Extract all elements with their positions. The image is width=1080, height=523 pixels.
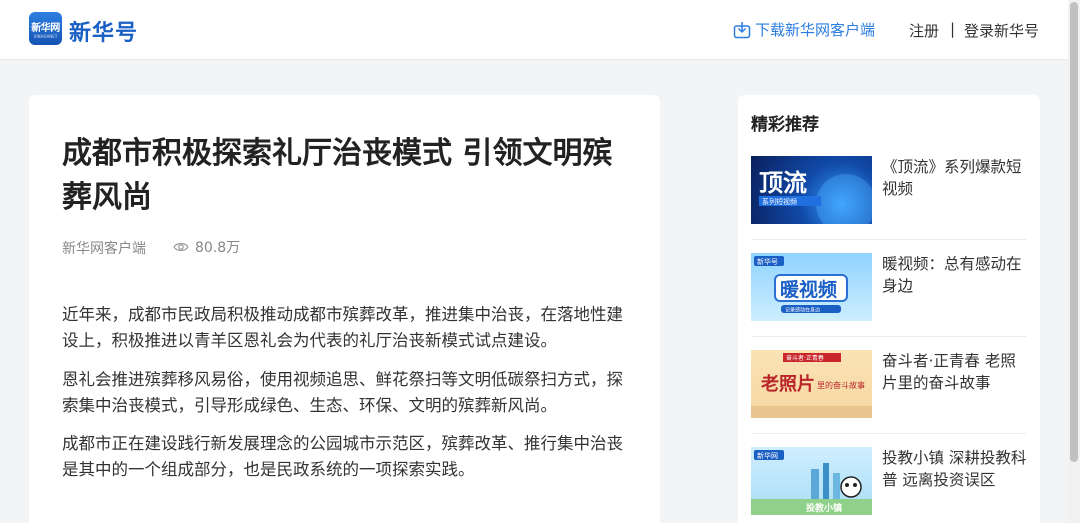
recommend-thumbnail[interactable]: 新华网 投教小镇 xyxy=(751,447,872,515)
recommend-title[interactable]: 暖视频：总有感动在身边 xyxy=(882,253,1028,297)
recommend-item[interactable]: 新华网 投教小镇 投教小镇 深耕投教科普 远离投资误区 xyxy=(751,447,1026,523)
recommend-title[interactable]: 奋斗者·正青春 老照片里的奋斗故事 xyxy=(882,350,1028,394)
divider xyxy=(751,433,1026,434)
recommend-thumbnail[interactable]: 新华号 暖视频 记录感动在身边 xyxy=(751,253,872,321)
top-header: 新华网 XINHUANET 新华号 下载新华网客户端 注册 | 登录新华号 xyxy=(0,0,1068,60)
recommend-item[interactable]: 顶流 系列短视频 《顶流》系列爆款短视频 xyxy=(751,156,1026,253)
view-count: 80.8万 xyxy=(173,237,240,257)
article-card: 成都市积极探索礼厅治丧模式 引领文明殡葬风尚 新华网客户端 80.8万 近年来，… xyxy=(29,95,660,523)
xinhuanet-logo[interactable]: 新华网 XINHUANET xyxy=(29,12,62,45)
recommend-title[interactable]: 《顶流》系列爆款短视频 xyxy=(882,156,1028,200)
thumb-subtitle: 记录感动在身边 xyxy=(785,307,820,314)
article-paragraph: 恩礼会推进殡葬移风易俗，使用视频追思、鲜花祭扫等文明低碳祭扫方式，探索集中治丧模… xyxy=(62,370,623,415)
article-title: 成都市积极探索礼厅治丧模式 引领文明殡葬风尚 xyxy=(62,136,613,215)
recommend-title[interactable]: 投教小镇 深耕投教科普 远离投资误区 xyxy=(882,447,1028,491)
thumb-title: 老照片 xyxy=(761,373,815,395)
article-paragraph: 近年来，成都市民政局积极推动成都市殡葬改革，推进集中治丧，在落地性建设上，积极推… xyxy=(62,305,623,350)
header-separator: | xyxy=(950,20,956,38)
divider xyxy=(751,336,1026,337)
login-link[interactable]: 登录新华号 xyxy=(964,20,1039,41)
thumb-subtitle: 里的奋斗故事 xyxy=(817,380,865,390)
thumb-title: 顶流 xyxy=(759,169,807,197)
thumb-top: 奋斗者·正青春 xyxy=(786,354,824,362)
recommend-sidebar: 精彩推荐 顶流 系列短视频 《顶流》系列爆款短视频 新华号 暖视频 记录感动在身… xyxy=(738,95,1040,523)
recommend-thumbnail[interactable]: 奋斗者·正青春 老照片 里的奋斗故事 xyxy=(751,350,872,418)
thumb-title: 暖视频 xyxy=(780,278,837,301)
page-scrollbar[interactable] xyxy=(1068,0,1080,523)
register-link[interactable]: 注册 xyxy=(909,20,939,41)
article-source[interactable]: 新华网客户端 xyxy=(62,238,146,258)
sidebar-title: 精彩推荐 xyxy=(751,115,819,135)
scrollbar-thumb[interactable] xyxy=(1070,2,1078,462)
thumb-subtitle: 系列短视频 xyxy=(762,197,797,206)
logo-badge-subtext: XINHUANET xyxy=(33,34,58,39)
divider xyxy=(751,239,1026,240)
thumb-title: 投教小镇 xyxy=(806,502,842,514)
download-label: 下载新华网客户端 xyxy=(755,21,876,39)
logo-badge-text: 新华网 xyxy=(31,23,60,34)
thumb-badge: 新华号 xyxy=(757,257,778,266)
site-name[interactable]: 新华号 xyxy=(69,15,138,47)
view-count-value: 80.8万 xyxy=(195,240,241,256)
recommend-item[interactable]: 奋斗者·正青春 老照片 里的奋斗故事 奋斗者·正青春 老照片里的奋斗故事 xyxy=(751,350,1026,447)
download-app-link[interactable]: 下载新华网客户端 xyxy=(733,19,875,40)
recommend-item[interactable]: 新华号 暖视频 记录感动在身边 暖视频：总有感动在身边 xyxy=(751,253,1026,350)
recommend-thumbnail[interactable]: 顶流 系列短视频 xyxy=(751,156,872,224)
eye-icon xyxy=(173,243,189,251)
article-paragraph: 成都市正在建设践行新发展理念的公园城市示范区，殡葬改革、推行集中治丧是其中的一个… xyxy=(62,434,623,479)
thumb-badge: 新华网 xyxy=(757,451,778,460)
download-icon xyxy=(733,21,751,38)
